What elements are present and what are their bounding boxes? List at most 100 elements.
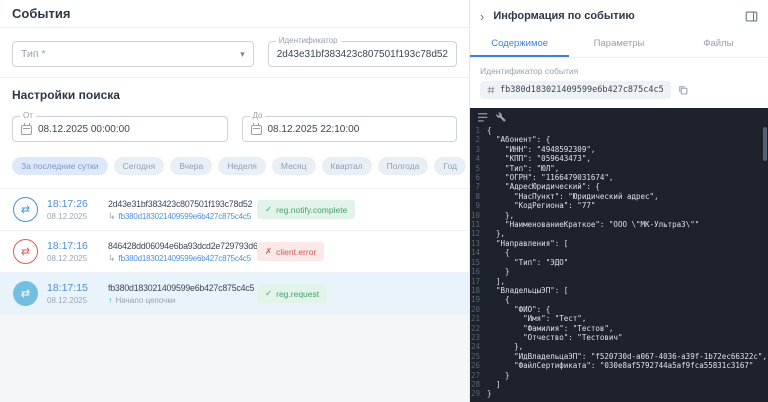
- event-id: 2d43e31bf383423c807501f193c78d52: [108, 199, 248, 209]
- event-date: 08.12.2025: [47, 254, 99, 263]
- line-number: 20: [470, 305, 487, 314]
- code-text: "ФайлСертификата": "030e8af5792744a5af9f…: [487, 361, 753, 370]
- event-id-chip: fb380d183021409599e6b427c875c4c5: [480, 81, 671, 99]
- line-number: 19: [470, 295, 487, 304]
- line-number: 3: [470, 145, 487, 154]
- date-to-input[interactable]: До 08.12.2025 22:10:00: [242, 116, 458, 142]
- line-number: 21: [470, 314, 487, 323]
- dock-panel-icon[interactable]: [745, 10, 758, 23]
- line-number: 2: [470, 135, 487, 144]
- event-exchange-icon: ⇄: [13, 239, 38, 264]
- events-panel: События Тип * ▾ Идентификатор 2d43e31bf3…: [0, 0, 470, 402]
- calendar-icon[interactable]: [21, 125, 32, 135]
- filter-chip[interactable]: Год: [434, 157, 466, 175]
- event-main: fb380d183021409599e6b427c875c4c5 ↑ Начал…: [108, 283, 248, 305]
- copy-icon[interactable]: [678, 85, 688, 95]
- event-info-title: Информация по событию: [493, 10, 736, 22]
- date-to-label: До: [250, 111, 266, 121]
- search-settings-title: Настройки поиска: [12, 88, 457, 102]
- filter-chip[interactable]: Сегодня: [114, 157, 165, 175]
- page-title: События: [12, 6, 70, 21]
- code-line: 2 "Абонент": {: [470, 135, 768, 144]
- code-text: "Тип": "ЭДО": [487, 258, 568, 267]
- code-line: 10 },: [470, 211, 768, 220]
- parent-event-link[interactable]: fb380d183021409599e6b427c875c4c5: [119, 254, 251, 263]
- line-number: 16: [470, 267, 487, 276]
- word-wrap-icon[interactable]: [478, 113, 488, 122]
- branch-arrow-icon: ↳: [108, 212, 116, 221]
- parent-event-link[interactable]: fb380d183021409599e6b427c875c4c5: [119, 212, 251, 221]
- tab-content[interactable]: Содержимое: [470, 32, 569, 57]
- event-info-header: › Информация по событию: [470, 0, 768, 32]
- collapse-panel-icon[interactable]: ›: [480, 9, 484, 24]
- code-text: {: [487, 295, 510, 304]
- filter-chip[interactable]: Неделя: [218, 157, 266, 175]
- identifier-input[interactable]: Идентификатор 2d43e31bf383423c807501f193…: [268, 41, 457, 67]
- tab-files[interactable]: Файлы: [669, 32, 768, 57]
- code-line: 17 ],: [470, 277, 768, 286]
- line-number: 9: [470, 201, 487, 210]
- event-row-selected[interactable]: ⇄ 18:17:15 08.12.2025 fb380d183021409599…: [0, 273, 469, 315]
- json-code[interactable]: 1{2 "Абонент": {3 "ИНН": "4948592309",4 …: [470, 124, 768, 402]
- type-select[interactable]: Тип * ▾: [12, 41, 254, 67]
- filter-chip[interactable]: Квартал: [322, 157, 372, 175]
- empty-area: [0, 315, 469, 402]
- code-text: "Тип": "ЮЛ",: [487, 164, 559, 173]
- code-line: 28 ]: [470, 380, 768, 389]
- code-line: 8 "НасПункт": "Юридический адрес",: [470, 192, 768, 201]
- filter-chip[interactable]: За последние сутки: [12, 157, 108, 175]
- date-to-value: 08.12.2025 22:10:00: [268, 124, 360, 135]
- code-line: 9 "КодРегиона": "77": [470, 201, 768, 210]
- code-text: "ОГРН": "1166479031674",: [487, 173, 613, 182]
- editor-scrollbar[interactable]: [763, 127, 767, 161]
- json-editor[interactable]: 1{2 "Абонент": {3 "ИНН": "4948592309",4 …: [470, 108, 768, 402]
- code-text: "ВладельцыЭП": [: [487, 286, 568, 295]
- line-number: 11: [470, 220, 487, 229]
- code-text: {: [487, 126, 492, 135]
- date-from-input[interactable]: От 08.12.2025 00:00:00: [12, 116, 228, 142]
- code-text: "Абонент": {: [487, 135, 550, 144]
- app: События Тип * ▾ Идентификатор 2d43e31bf3…: [0, 0, 768, 402]
- search-settings-section: Настройки поиска От 08.12.2025 00:00:00 …: [0, 78, 469, 189]
- tab-parameters[interactable]: Параметры: [569, 32, 668, 57]
- type-select-label: Тип *: [21, 48, 46, 60]
- event-row[interactable]: ⇄ 18:17:16 08.12.2025 846428dd06094e6ba9…: [0, 231, 469, 273]
- code-line: 11 "НаименованиеКраткое": "ООО \"МК-Ульт…: [470, 220, 768, 229]
- event-date: 08.12.2025: [47, 296, 99, 305]
- line-number: 29: [470, 389, 487, 398]
- code-text: },: [487, 211, 514, 220]
- code-line: 29}: [470, 389, 768, 398]
- code-line: 13 "Направления": [: [470, 239, 768, 248]
- code-line: 23 "Отчество": "Тестович": [470, 333, 768, 342]
- branch-arrow-icon: ↳: [108, 254, 116, 263]
- event-main: 2d43e31bf383423c807501f193c78d52 ↳ fb380…: [108, 199, 248, 221]
- code-line: 7 "АдресЮридический": {: [470, 182, 768, 191]
- event-row[interactable]: ⇄ 18:17:26 08.12.2025 2d43e31bf383423c80…: [0, 189, 469, 231]
- wrench-icon[interactable]: [496, 112, 506, 122]
- code-line: 5 "Тип": "ЮЛ",: [470, 164, 768, 173]
- line-number: 27: [470, 371, 487, 380]
- code-text: }: [487, 267, 510, 276]
- code-text: "НасПункт": "Юридический адрес",: [487, 192, 659, 201]
- date-from-value: 08.12.2025 00:00:00: [38, 124, 130, 135]
- line-number: 10: [470, 211, 487, 220]
- line-number: 6: [470, 173, 487, 182]
- status-badge-label: client.error: [276, 247, 316, 257]
- line-number: 5: [470, 164, 487, 173]
- code-line: 16 }: [470, 267, 768, 276]
- event-id: 846428dd06094e6ba93dcd2e729793d6: [108, 241, 248, 251]
- event-exchange-icon: ⇄: [13, 281, 38, 306]
- event-id-label: Идентификатор события: [480, 66, 758, 76]
- code-text: "ИдВладельцаЭП": "f520730d-a067-4036-a39…: [487, 352, 767, 361]
- date-from-label: От: [20, 111, 36, 121]
- code-text: "Фамилия": "Тестов",: [487, 324, 613, 333]
- code-text: },: [487, 342, 523, 351]
- identifier-input-value: 2d43e31bf383423c807501f193c78d52: [277, 49, 448, 60]
- line-number: 24: [470, 342, 487, 351]
- calendar-icon[interactable]: [251, 125, 262, 135]
- hash-icon: [487, 86, 495, 94]
- filter-chip[interactable]: Месяц: [272, 157, 316, 175]
- filter-chip[interactable]: Вчера: [170, 157, 212, 175]
- filter-chip[interactable]: Полгода: [378, 157, 429, 175]
- code-line: 1{: [470, 126, 768, 135]
